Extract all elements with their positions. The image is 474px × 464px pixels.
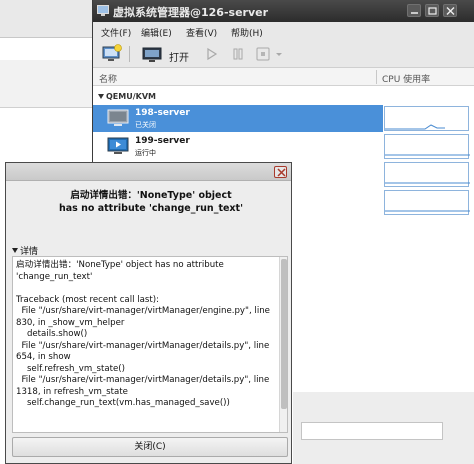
vm-status: 运行中 [135,149,156,157]
background-field [301,422,443,440]
vm-shutoff-icon [107,109,129,127]
scrollbar-thumb[interactable] [281,259,287,409]
maximize-button[interactable] [425,4,439,17]
close-window-button[interactable] [443,4,457,17]
open-button-label[interactable]: 打开 [169,49,189,64]
expander-arrow-icon [12,248,18,253]
vm-name-cell[interactable]: 199-server 运行中 [93,133,383,160]
menu-view[interactable]: 查看(V) [186,26,217,39]
open-button-icon[interactable] [141,44,165,64]
toolbar-separator [129,46,130,62]
dialog-titlebar[interactable] [6,163,291,181]
column-name[interactable]: 名称 [99,72,117,85]
background-panel-area [293,392,474,464]
connection-label: QEMU/KVM [106,92,156,101]
column-divider [376,70,377,84]
vm-row[interactable]: 198-server 已关闭 [93,105,474,132]
details-scrollbar[interactable] [279,257,287,432]
menubar: 文件(F) 编辑(E) 查看(V) 帮助(H) [93,22,474,40]
error-dialog: 启动详情出错：'NoneType' object has no attribut… [5,162,292,464]
shutdown-dropdown-icon[interactable] [275,44,283,64]
vm-running-icon [107,137,129,155]
pause-icon[interactable] [231,44,245,64]
dialog-close-button[interactable] [274,166,287,178]
menu-file[interactable]: 文件(F) [101,26,131,39]
run-icon[interactable] [205,44,219,64]
details-textview[interactable]: 启动详情出错：'NoneType' object has no attribut… [12,256,288,433]
background-panel [0,60,92,108]
app-monitor-icon [97,5,109,16]
cpu-usage-graph [384,190,470,215]
vm-row[interactable]: 199-server 运行中 [93,133,474,160]
expand-arrow-icon[interactable] [98,94,104,99]
connection-group[interactable]: QEMU/KVM [93,90,474,104]
menu-edit[interactable]: 编辑(E) [141,26,172,39]
vm-name-cell[interactable]: 198-server 已关闭 [93,105,383,132]
traceback-text: 启动详情出错：'NoneType' object has no attribut… [16,260,270,408]
vm-name: 199-server [135,136,190,146]
minimize-button[interactable] [407,4,421,17]
menu-help[interactable]: 帮助(H) [231,26,263,39]
close-button[interactable]: 关闭(C) [12,437,288,457]
column-cpu-usage[interactable]: CPU 使用率 [382,72,430,85]
cpu-usage-graph [384,106,469,131]
vm-status: 已关闭 [135,121,156,129]
shutdown-icon[interactable] [255,44,273,64]
window-titlebar[interactable]: 虚拟系统管理器@126-server [93,0,474,22]
vm-list-header: 名称 CPU 使用率 [93,68,474,86]
cpu-usage-graph [384,134,470,159]
toolbar: 打开 [93,40,474,68]
cpu-usage-graph [384,162,470,187]
window-title: 虚拟系统管理器@126-server [113,6,269,19]
vm-name: 198-server [135,108,190,118]
error-heading: 启动详情出错：'NoneType' object has no attribut… [58,190,244,214]
background-toolbar [0,0,92,38]
new-vm-button[interactable] [101,44,123,64]
